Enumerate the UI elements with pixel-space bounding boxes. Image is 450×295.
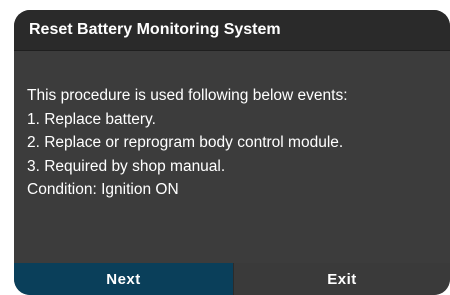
next-button[interactable]: Next: [14, 263, 233, 295]
dialog-message: This procedure is used following below e…: [27, 84, 442, 202]
message-line-replace-bcm: 2. Replace or reprogram body control mod…: [27, 134, 344, 152]
dialog-title-bar: Reset Battery Monitoring System: [14, 10, 450, 51]
message-line-replace-battery: 1. Replace battery.: [27, 110, 156, 128]
dialog-button-bar: Next Exit: [14, 263, 450, 295]
message-line-shop-manual: 3. Required by shop manual.: [27, 157, 226, 175]
reset-battery-dialog: Reset Battery Monitoring System This pro…: [14, 10, 450, 295]
message-line-condition: Condition: Ignition ON: [27, 181, 179, 199]
message-line-intro: This procedure is used following below e…: [27, 87, 348, 104]
dialog-title: Reset Battery Monitoring System: [29, 21, 281, 38]
exit-button[interactable]: Exit: [233, 263, 450, 295]
